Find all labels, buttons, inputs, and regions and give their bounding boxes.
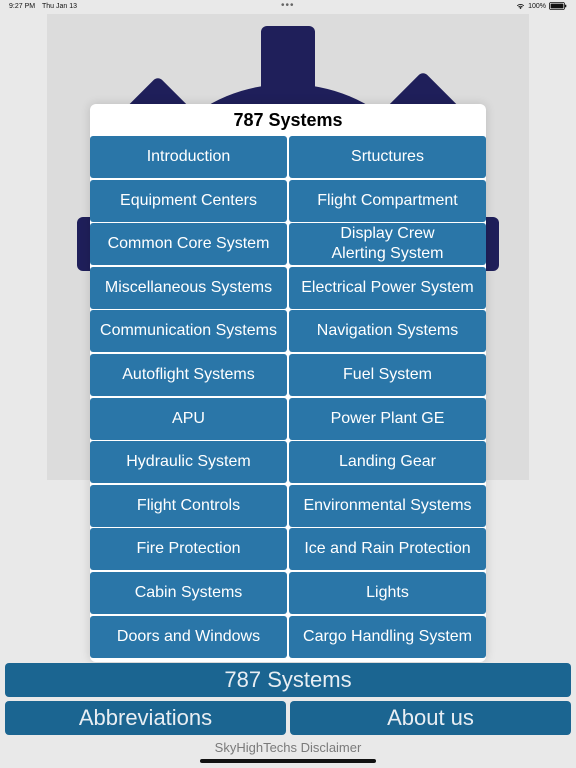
system-button-flight-compartment[interactable]: Flight Compartment (289, 179, 486, 222)
abbreviations-button[interactable]: Abbreviations (5, 701, 286, 735)
system-button-autoflight[interactable]: Autoflight Systems (90, 353, 287, 396)
system-button-fuel[interactable]: Fuel System (289, 353, 486, 396)
system-button-electrical-power[interactable]: Electrical Power System (289, 266, 486, 309)
disclaimer-link[interactable]: SkyHighTechs Disclaimer (0, 740, 576, 755)
system-button-landing-gear[interactable]: Landing Gear (289, 441, 486, 484)
status-right: 100% (516, 2, 567, 10)
status-bar: 9:27 PM Thu Jan 13 ••• 100% (0, 0, 576, 14)
systems-grid: Introduction Srtuctures Equipment Center… (90, 136, 486, 658)
wifi-icon (516, 4, 525, 10)
system-button-doors-windows[interactable]: Doors and Windows (90, 615, 287, 658)
system-button-miscellaneous[interactable]: Miscellaneous Systems (90, 266, 287, 309)
system-button-flight-controls[interactable]: Flight Controls (90, 484, 287, 527)
system-button-ice-rain-protection[interactable]: Ice and Rain Protection (289, 528, 486, 571)
system-button-display-crew-alerting[interactable]: Display Crew Alerting System (289, 223, 486, 266)
home-indicator[interactable] (200, 759, 376, 763)
battery-icon (549, 2, 567, 10)
modal-title: 787 Systems (233, 110, 343, 130)
system-button-introduction[interactable]: Introduction (90, 136, 287, 178)
system-button-fire-protection[interactable]: Fire Protection (90, 528, 287, 571)
system-button-environmental[interactable]: Environmental Systems (289, 484, 486, 527)
system-button-cargo-handling[interactable]: Cargo Handling System (289, 615, 486, 658)
system-button-equipment-centers[interactable]: Equipment Centers (90, 179, 287, 222)
system-button-structures[interactable]: Srtuctures (289, 136, 486, 178)
system-button-communication[interactable]: Communication Systems (90, 310, 287, 353)
system-button-apu[interactable]: APU (90, 397, 287, 440)
system-button-lights[interactable]: Lights (289, 571, 486, 614)
systems-button[interactable]: 787 Systems (5, 663, 571, 697)
system-button-cabin[interactable]: Cabin Systems (90, 571, 287, 614)
systems-modal: 787 Systems Introduction Srtuctures Equi… (90, 104, 486, 662)
multitasking-dots[interactable]: ••• (281, 0, 295, 11)
status-date: Thu Jan 13 (42, 3, 78, 10)
system-button-common-core-system[interactable]: Common Core System (90, 223, 287, 266)
battery-percent: 100% (528, 2, 546, 10)
system-button-power-plant-ge[interactable]: Power Plant GE (289, 397, 486, 440)
status-time: 9:27 PM (9, 3, 36, 10)
system-button-navigation[interactable]: Navigation Systems (289, 310, 486, 353)
system-button-hydraulic[interactable]: Hydraulic System (90, 441, 287, 484)
about-us-button[interactable]: About us (290, 701, 571, 735)
